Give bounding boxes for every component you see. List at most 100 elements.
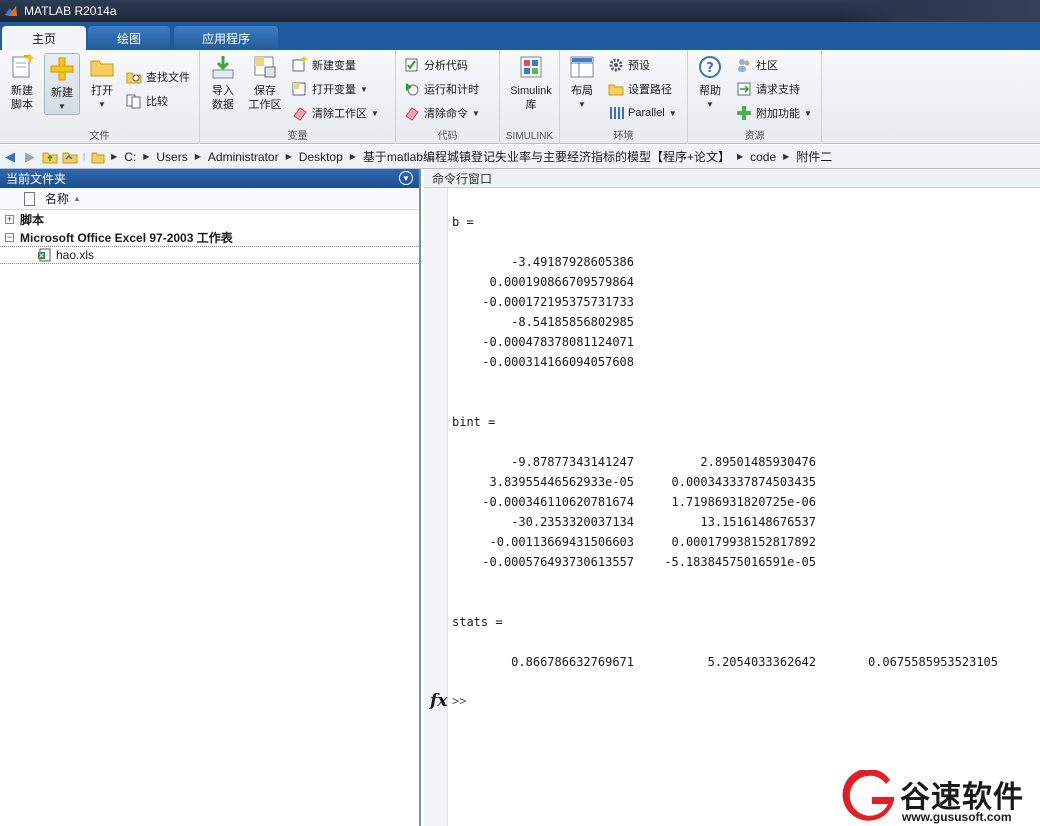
new-button[interactable]: 新建 ▼ bbox=[44, 53, 80, 115]
output-b-value: -8.54185856802985 bbox=[511, 315, 634, 329]
excel-file-icon bbox=[38, 248, 51, 262]
find-files-button[interactable]: 查找文件 bbox=[126, 68, 190, 86]
chevron-down-icon: ▼ bbox=[360, 84, 368, 94]
save-workspace-label: 保存 工作区 bbox=[248, 85, 282, 111]
new-script-icon bbox=[12, 54, 33, 78]
add-ons-button[interactable]: 附加功能 ▼ bbox=[736, 104, 812, 122]
clear-workspace-button[interactable]: 清除工作区 ▼ bbox=[292, 104, 379, 122]
open-variable-icon bbox=[292, 82, 306, 96]
output-bint-col1: -0.000576493730613557 bbox=[482, 555, 634, 569]
layout-button[interactable]: 布局 ▼ bbox=[566, 54, 598, 112]
tab-strip: 主页 绘图 应用程序 bbox=[0, 22, 1040, 50]
command-window-header: 命令行窗口 bbox=[424, 169, 1040, 188]
run-and-time-label: 运行和计时 bbox=[424, 84, 479, 96]
expand-icon[interactable]: + bbox=[5, 214, 14, 224]
open-button[interactable]: 打开 ▼ bbox=[86, 54, 118, 112]
current-folder-title: 当前文件夹 bbox=[6, 172, 67, 186]
svg-text:?: ? bbox=[706, 61, 714, 76]
ribbon-section-file: 新建 脚本 新建 ▼ 打开 ▼ 查找文件 比较 文件 bbox=[0, 50, 200, 144]
section-label-environment: 环境 bbox=[613, 131, 634, 142]
analyze-code-icon bbox=[405, 58, 418, 72]
request-support-button[interactable]: 请求支持 bbox=[736, 80, 800, 98]
import-data-button[interactable]: 导入 数据 bbox=[206, 54, 240, 112]
tab-plots[interactable]: 绘图 bbox=[88, 26, 170, 50]
output-b-value: -0.000314166094057608 bbox=[482, 355, 634, 369]
add-ons-label: 附加功能 bbox=[756, 108, 800, 120]
community-label: 社区 bbox=[756, 60, 778, 72]
output-stats-value: 0.0675585953523105 bbox=[867, 655, 998, 669]
breadcrumb-separator: ▶ bbox=[736, 152, 744, 161]
compare-button[interactable]: 比较 bbox=[126, 92, 168, 110]
output-b-value: -0.000172195375731733 bbox=[482, 295, 634, 309]
command-window[interactable]: 命令行窗口 b = -3.49187928605386 0.0001908667… bbox=[424, 169, 1040, 826]
breadcrumb-item[interactable]: Desktop bbox=[299, 150, 343, 164]
output-bint-col2: 0.000343337874503435 bbox=[671, 475, 817, 489]
new-variable-icon bbox=[292, 57, 307, 72]
section-label-simulink: SIMULINK bbox=[505, 131, 554, 142]
ribbon-section-environment: 布局 ▼ 预设 设置路径 Parallel ▼ 环境 bbox=[560, 50, 688, 144]
new-variable-button[interactable]: 新建变量 bbox=[292, 56, 356, 74]
file-icon bbox=[24, 191, 35, 206]
add-ons-icon bbox=[737, 106, 751, 120]
preferences-button[interactable]: 预设 bbox=[608, 56, 650, 74]
breadcrumb-separator: ▶ bbox=[349, 152, 356, 161]
browse-folder-icon[interactable] bbox=[60, 147, 80, 167]
breadcrumb-item[interactable]: code bbox=[750, 150, 776, 164]
breadcrumb-item[interactable]: Administrator bbox=[208, 150, 279, 164]
panel-actions-icon[interactable]: ▼ bbox=[399, 171, 413, 185]
window-title: MATLAB R2014a bbox=[24, 4, 117, 18]
find-files-label: 查找文件 bbox=[146, 72, 190, 84]
breadcrumb-item[interactable]: 基于matlab编程城镇登记失业率与主要经济指标的模型【程序+论文】 bbox=[363, 148, 730, 165]
parallel-button[interactable]: Parallel ▼ bbox=[608, 104, 677, 122]
output-bint-col2: 2.89501485930476 bbox=[700, 455, 816, 469]
group-scripts[interactable]: + 脚本 bbox=[0, 210, 419, 228]
function-browser-icon[interactable]: fx bbox=[430, 691, 447, 711]
breadcrumb-separator: ▶ bbox=[285, 152, 292, 161]
output-bint-label: bint = bbox=[452, 415, 496, 429]
group-excel[interactable]: − Microsoft Office Excel 97-2003 工作表 bbox=[0, 228, 419, 246]
command-window-title: 命令行窗口 bbox=[432, 171, 493, 186]
analyze-code-label: 分析代码 bbox=[424, 60, 468, 72]
help-button[interactable]: ? 帮助 ▼ bbox=[694, 54, 726, 112]
tab-home[interactable]: 主页 bbox=[2, 26, 86, 50]
breadcrumb-separator: ▶ bbox=[783, 152, 790, 161]
section-label-resources: 资源 bbox=[744, 131, 765, 142]
collapse-icon[interactable]: − bbox=[5, 232, 14, 242]
breadcrumb-item[interactable]: 附件二 bbox=[796, 148, 832, 165]
ribbon-section-code: 分析代码 运行和计时 清除命令 ▼ 代码 bbox=[396, 50, 500, 144]
chevron-down-icon: ▼ bbox=[371, 108, 379, 118]
community-button[interactable]: 社区 bbox=[736, 56, 778, 74]
chevron-down-icon: ▼ bbox=[58, 102, 66, 111]
breadcrumb-item[interactable]: Users bbox=[156, 150, 187, 164]
up-folder-icon[interactable] bbox=[40, 147, 60, 167]
simulink-library-button[interactable]: Simulink 库 bbox=[504, 54, 558, 112]
new-script-button[interactable]: 新建 脚本 bbox=[4, 54, 40, 112]
output-b-value: -3.49187928605386 bbox=[511, 255, 634, 269]
run-and-time-icon bbox=[406, 83, 419, 96]
new-plus-icon bbox=[50, 57, 74, 81]
analyze-code-button[interactable]: 分析代码 bbox=[404, 56, 468, 74]
set-path-button[interactable]: 设置路径 bbox=[608, 80, 672, 98]
clear-commands-button[interactable]: 清除命令 ▼ bbox=[404, 104, 480, 122]
clear-workspace-label: 清除工作区 bbox=[312, 108, 367, 120]
group-scripts-label: 脚本 bbox=[20, 212, 45, 227]
chevron-down-icon: ▼ bbox=[472, 108, 480, 118]
forward-arrow-icon[interactable]: ▶ bbox=[20, 147, 40, 167]
column-name-label: 名称 bbox=[45, 192, 70, 206]
folder-open-icon bbox=[90, 60, 114, 77]
column-header[interactable]: 名称 ▲ bbox=[0, 188, 419, 210]
breadcrumb-item[interactable]: C: bbox=[124, 150, 136, 164]
output-bint-col2: -5.18384575016591e-05 bbox=[664, 555, 816, 569]
file-row[interactable]: hao.xls bbox=[0, 246, 419, 264]
tab-apps[interactable]: 应用程序 bbox=[174, 26, 278, 50]
open-variable-button[interactable]: 打开变量 ▼ bbox=[292, 80, 368, 98]
back-arrow-icon[interactable]: ◀ bbox=[0, 147, 20, 167]
new-variable-label: 新建变量 bbox=[312, 60, 356, 72]
save-workspace-button[interactable]: 保存 工作区 bbox=[246, 54, 284, 112]
run-and-time-button[interactable]: 运行和计时 bbox=[404, 80, 479, 98]
chevron-down-icon: ▼ bbox=[98, 100, 106, 109]
group-excel-label: Microsoft Office Excel 97-2003 工作表 bbox=[20, 230, 233, 245]
import-data-icon bbox=[212, 56, 234, 79]
command-prompt[interactable]: >> bbox=[452, 694, 466, 708]
address-bar: ◀ ▶ | ▶ C: ▶ Users ▶ Administrator ▶ Des… bbox=[0, 145, 1040, 169]
